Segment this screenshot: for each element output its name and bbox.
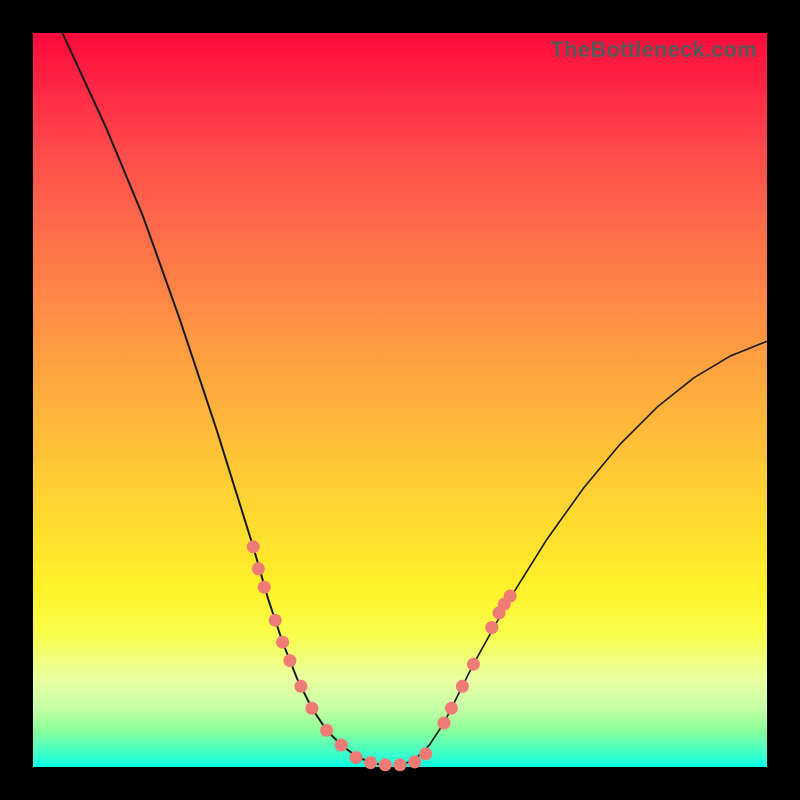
data-point (467, 658, 480, 671)
chart-frame: TheBottleneck.com (0, 0, 800, 800)
data-point (320, 724, 333, 737)
data-point (438, 717, 451, 730)
data-point (419, 747, 432, 760)
data-point (258, 581, 271, 594)
data-point (456, 680, 469, 693)
data-point (276, 636, 289, 649)
data-point (305, 702, 318, 715)
data-point (408, 755, 421, 768)
data-point (247, 540, 260, 553)
plot-area: TheBottleneck.com (33, 33, 767, 767)
data-point (485, 621, 498, 634)
data-point (294, 680, 307, 693)
curve-left-curve (62, 33, 385, 766)
data-point (252, 562, 265, 575)
data-point (504, 590, 517, 603)
chart-svg (33, 33, 767, 767)
data-point (379, 758, 392, 771)
curve-right-curve (400, 341, 767, 765)
data-point (350, 751, 363, 764)
data-point (335, 739, 348, 752)
data-point (445, 702, 458, 715)
data-point (283, 654, 296, 667)
marker-layer (247, 540, 517, 771)
data-point (269, 614, 282, 627)
data-point (394, 758, 407, 771)
data-point (364, 756, 377, 769)
curve-layer (62, 33, 767, 766)
